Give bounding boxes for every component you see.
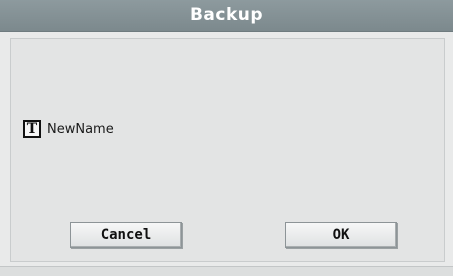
dialog-title: Backup: [189, 5, 264, 25]
name-field-row[interactable]: T NewName: [23, 118, 114, 140]
name-value: NewName: [47, 121, 114, 137]
text-edit-icon[interactable]: T: [23, 120, 41, 138]
cancel-button[interactable]: Cancel: [70, 222, 182, 248]
ok-button[interactable]: OK: [285, 222, 397, 248]
dialog-titlebar: Backup: [0, 0, 453, 32]
backup-dialog: Backup T NewName Cancel OK: [0, 0, 453, 276]
